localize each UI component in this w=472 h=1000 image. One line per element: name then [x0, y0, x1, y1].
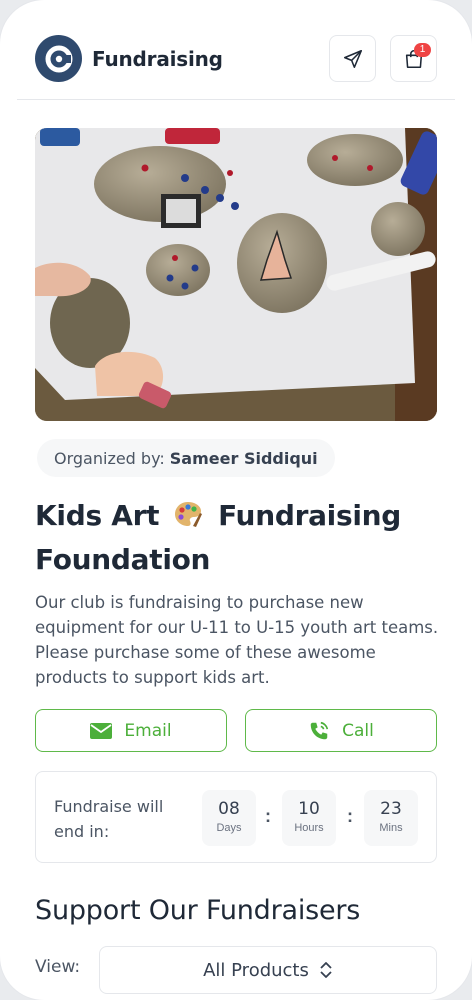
envelope-icon — [90, 722, 113, 739]
chevron-updown-icon — [320, 962, 332, 978]
share-button[interactable] — [329, 35, 376, 82]
campaign-title-part1: Kids Art — [35, 499, 160, 532]
artist-palette-icon — [174, 502, 202, 527]
countdown-mins-value: 23 — [380, 799, 402, 819]
organizer-label: Organized by: — [54, 448, 165, 468]
phone-call-icon — [310, 721, 329, 739]
header-divider — [17, 99, 455, 100]
view-filter-label: View: — [35, 957, 81, 977]
countdown-mins: 23 Mins — [364, 790, 418, 846]
countdown-hours: 10 Hours — [282, 790, 336, 846]
campaign-hero-image — [35, 128, 437, 421]
countdown-separator: : — [265, 806, 271, 826]
brand-name: Fundraising — [92, 47, 223, 71]
countdown-mins-unit: Mins — [379, 822, 403, 834]
cart-button[interactable]: 1 — [390, 35, 437, 82]
send-icon — [343, 49, 362, 68]
products-section-title: Support Our Fundraisers — [35, 895, 361, 926]
email-button-label: Email — [124, 720, 172, 741]
call-button-label: Call — [342, 720, 374, 741]
brand-logo[interactable] — [35, 35, 82, 82]
app-header: Fundraising 1 — [0, 0, 472, 100]
countdown-separator: : — [347, 806, 353, 826]
cart-count-badge: 1 — [414, 43, 431, 57]
campaign-description: Our club is fundraising to purchase new … — [35, 593, 439, 687]
organizer-chip: Organized by: Sameer Siddiqui — [37, 439, 335, 477]
countdown-card: Fundraise will end in: 08 Days : 10 Hour… — [35, 771, 437, 863]
logo-c-icon — [45, 45, 72, 72]
organizer-name[interactable]: Sameer Siddiqui — [170, 449, 318, 468]
email-button[interactable]: Email — [35, 709, 227, 752]
countdown-days: 08 Days — [202, 790, 256, 846]
countdown-label: Fundraise will end in: — [54, 797, 164, 841]
countdown-days-unit: Days — [216, 822, 242, 834]
countdown-hours-unit: Hours — [294, 822, 324, 834]
painted-rocks-illustration — [35, 128, 437, 421]
countdown-days-value: 08 — [218, 799, 240, 819]
phone-screen: Fundraising 1 Organized by: Sameer Siddi… — [0, 0, 472, 1000]
view-filter-value: All Products — [203, 959, 309, 981]
countdown-hours-value: 10 — [298, 799, 320, 819]
campaign-title: Kids Art Fundraising Foundation — [35, 494, 435, 582]
view-filter-select[interactable]: All Products — [99, 946, 437, 994]
call-button[interactable]: Call — [245, 709, 437, 752]
